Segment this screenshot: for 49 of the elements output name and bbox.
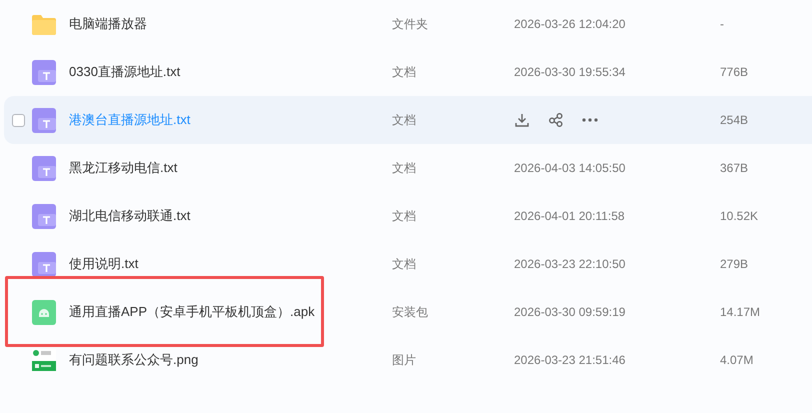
file-row[interactable]: 电脑端播放器 文件夹 2026-03-26 12:04:20 - bbox=[4, 0, 812, 48]
file-type: 安装包 bbox=[392, 304, 429, 320]
text-file-icon bbox=[32, 204, 56, 228]
text-file-icon bbox=[32, 252, 56, 276]
file-size: 14.17M bbox=[720, 305, 760, 319]
file-row[interactable]: 通用直播APP（安卓手机平板机顶盒）.apk 安装包 2026-03-30 09:59:19 14.17M bbox=[4, 288, 812, 336]
checkbox[interactable] bbox=[12, 114, 24, 126]
file-name[interactable]: 湖北电信移动联通.txt bbox=[69, 207, 392, 225]
modified-date: 2026-04-01 20:11:58 bbox=[514, 209, 626, 223]
file-size: 367B bbox=[720, 161, 748, 175]
modified-date: 2026-03-23 21:51:46 bbox=[514, 353, 626, 367]
file-row[interactable]: 0330直播源地址.txt 文档 2026-03-30 19:55:34 776B bbox=[4, 48, 812, 96]
file-row[interactable]: 使用说明.txt 文档 2026-03-23 22:10:50 279B bbox=[4, 240, 812, 288]
modified-date: 2026-04-03 14:05:50 bbox=[514, 161, 626, 175]
more-button[interactable] bbox=[582, 118, 598, 122]
file-size: 776B bbox=[720, 65, 748, 79]
file-row[interactable]: 黑龙江移动电信.txt 文档 2026-04-03 14:05:50 367B bbox=[4, 144, 812, 192]
file-type: 文档 bbox=[392, 208, 417, 224]
file-size: 279B bbox=[720, 257, 748, 271]
text-file-icon bbox=[32, 156, 56, 180]
file-size: 254B bbox=[720, 113, 748, 127]
modified-date: 2026-03-30 19:55:34 bbox=[514, 65, 626, 79]
file-size: 10.52K bbox=[720, 209, 758, 223]
modified-date: 2026-03-23 22:10:50 bbox=[514, 257, 626, 271]
text-file-icon bbox=[32, 60, 56, 84]
file-name[interactable]: 电脑端播放器 bbox=[69, 15, 392, 33]
file-size: 4.07M bbox=[720, 353, 754, 367]
file-type: 文件夹 bbox=[392, 16, 429, 32]
file-size: - bbox=[720, 17, 724, 31]
share-button[interactable] bbox=[548, 112, 564, 128]
modified-date: 2026-03-30 09:59:19 bbox=[514, 305, 626, 319]
file-type: 文档 bbox=[392, 160, 417, 176]
file-name[interactable]: 有问题联系公众号.png bbox=[69, 351, 392, 369]
folder-icon bbox=[32, 13, 56, 35]
file-name[interactable]: 0330直播源地址.txt bbox=[69, 63, 392, 81]
file-type: 文档 bbox=[392, 64, 417, 80]
file-type: 文档 bbox=[392, 256, 417, 272]
file-name[interactable]: 使用说明.txt bbox=[69, 255, 392, 273]
file-row[interactable]: 港澳台直播源地址.txt 文档 254B bbox=[4, 96, 812, 144]
modified-date: 2026-03-26 12:04:20 bbox=[514, 17, 626, 31]
text-file-icon bbox=[32, 108, 56, 132]
file-row[interactable]: 湖北电信移动联通.txt 文档 2026-04-01 20:11:58 10.52K bbox=[4, 192, 812, 240]
download-button[interactable] bbox=[514, 112, 530, 128]
file-name[interactable]: 黑龙江移动电信.txt bbox=[69, 159, 392, 177]
file-type: 图片 bbox=[392, 352, 417, 368]
android-package-icon bbox=[32, 300, 56, 324]
file-name[interactable]: 通用直播APP（安卓手机平板机顶盒）.apk bbox=[69, 303, 392, 321]
file-type: 文档 bbox=[392, 112, 417, 128]
file-row[interactable]: 有问题联系公众号.png 图片 2026-03-23 21:51:46 4.07M bbox=[4, 336, 812, 384]
